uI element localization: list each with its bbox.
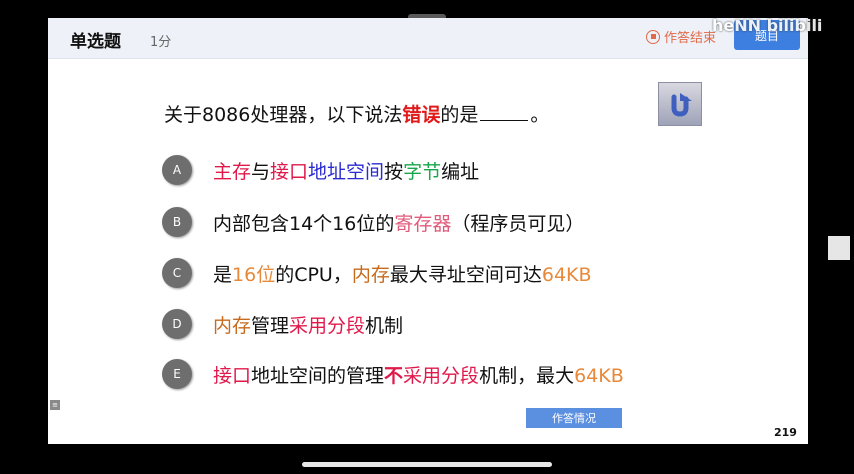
option-text-segment: 接口 — [270, 160, 309, 183]
option-text-segment: 机制 — [365, 314, 404, 337]
answer-blank — [480, 120, 529, 121]
option-letter-badge: E — [162, 359, 192, 389]
answer-status-label: 作答情况 — [552, 412, 596, 425]
question-header: 单选题 1分 作答结束 题目 — [48, 18, 808, 59]
stem-end: 。 — [530, 104, 550, 126]
end-answer-label: 作答结束 — [664, 31, 717, 46]
option-text-segment: 主存 — [213, 160, 252, 183]
option-letter-badge: C — [162, 258, 192, 288]
option-text: 接口地址空间的管理不采用分段机制，最大64KB — [213, 361, 624, 388]
option-c[interactable]: C 是16位的CPU，内存最大寻址空间可达64KB — [162, 258, 592, 288]
option-letter-badge: A — [162, 155, 192, 185]
option-text-segment: 与 — [251, 160, 271, 183]
option-text-segment: 内存 — [213, 314, 252, 337]
end-answer-button[interactable]: 作答结束 — [646, 27, 716, 46]
option-text: 内存管理采用分段机制 — [213, 311, 403, 338]
option-letter-badge: D — [162, 309, 192, 339]
option-text-segment: 不 — [384, 364, 404, 387]
option-text-segment: 地址空间 — [308, 160, 385, 183]
option-text-segment: 采用分段 — [403, 364, 480, 387]
stem-after: 的是 — [440, 104, 479, 126]
option-text-segment: 地址空间的管理 — [251, 364, 385, 387]
undo-button[interactable] — [658, 82, 702, 126]
option-text-segment: 最大寻址空间可达 — [389, 263, 542, 286]
option-text: 主存与接口地址空间按字节编址 — [213, 157, 479, 184]
undo-arrow-icon — [671, 93, 692, 117]
stem-before: 关于8086处理器，以下说法 — [164, 104, 403, 126]
option-text-segment: 机制，最大 — [479, 364, 575, 387]
option-text-segment: （程序员可见） — [451, 212, 585, 235]
option-e[interactable]: E 接口地址空间的管理不采用分段机制，最大64KB — [162, 359, 624, 389]
option-text-segment: 采用分段 — [289, 314, 366, 337]
option-b[interactable]: B 内部包含14个16位的寄存器（程序员可见） — [162, 207, 584, 237]
page-number: 219 — [774, 426, 797, 439]
option-text-segment: 64KB — [574, 364, 624, 387]
option-text-segment: 是 — [213, 263, 233, 286]
option-text-segment: 字节 — [403, 160, 442, 183]
option-text-segment: 编址 — [441, 160, 480, 183]
bilibili-watermark: heNN bilibili — [712, 16, 823, 35]
stem-emphasis: 错误 — [402, 104, 441, 126]
answer-status-button[interactable]: 作答情况 — [526, 408, 622, 428]
option-d[interactable]: D 内存管理采用分段机制 — [162, 309, 403, 339]
option-text-segment: 按 — [384, 160, 404, 183]
stop-circle-icon — [646, 29, 660, 44]
side-panel-tab[interactable] — [828, 236, 850, 260]
question-type-label: 单选题 — [70, 32, 121, 52]
question-score: 1分 — [150, 35, 172, 50]
option-text-segment: 内部包含14个16位的 — [213, 212, 395, 235]
home-indicator — [302, 462, 552, 467]
question-slide: 单选题 1分 作答结束 题目 关于8086处理器，以下说法错误的是。 作答情况 … — [48, 18, 850, 444]
option-letter-badge: B — [162, 207, 192, 237]
option-a[interactable]: A 主存与接口地址空间按字节编址 — [162, 155, 479, 185]
option-text: 内部包含14个16位的寄存器（程序员可见） — [213, 209, 584, 236]
option-text-segment: 接口 — [213, 364, 252, 387]
option-text-segment: 64KB — [541, 263, 592, 286]
option-text-segment: 管理 — [251, 314, 290, 337]
option-text-segment: 内存 — [351, 263, 390, 286]
option-text-segment: 的CPU， — [275, 263, 352, 286]
option-text-segment: 16位 — [232, 263, 276, 286]
menu-icon[interactable]: ≡ — [50, 400, 60, 410]
option-text: 是16位的CPU，内存最大寻址空间可达64KB — [213, 260, 592, 287]
question-stem: 关于8086处理器，以下说法错误的是 。 — [164, 100, 549, 127]
option-text-segment: 寄存器 — [394, 212, 452, 235]
